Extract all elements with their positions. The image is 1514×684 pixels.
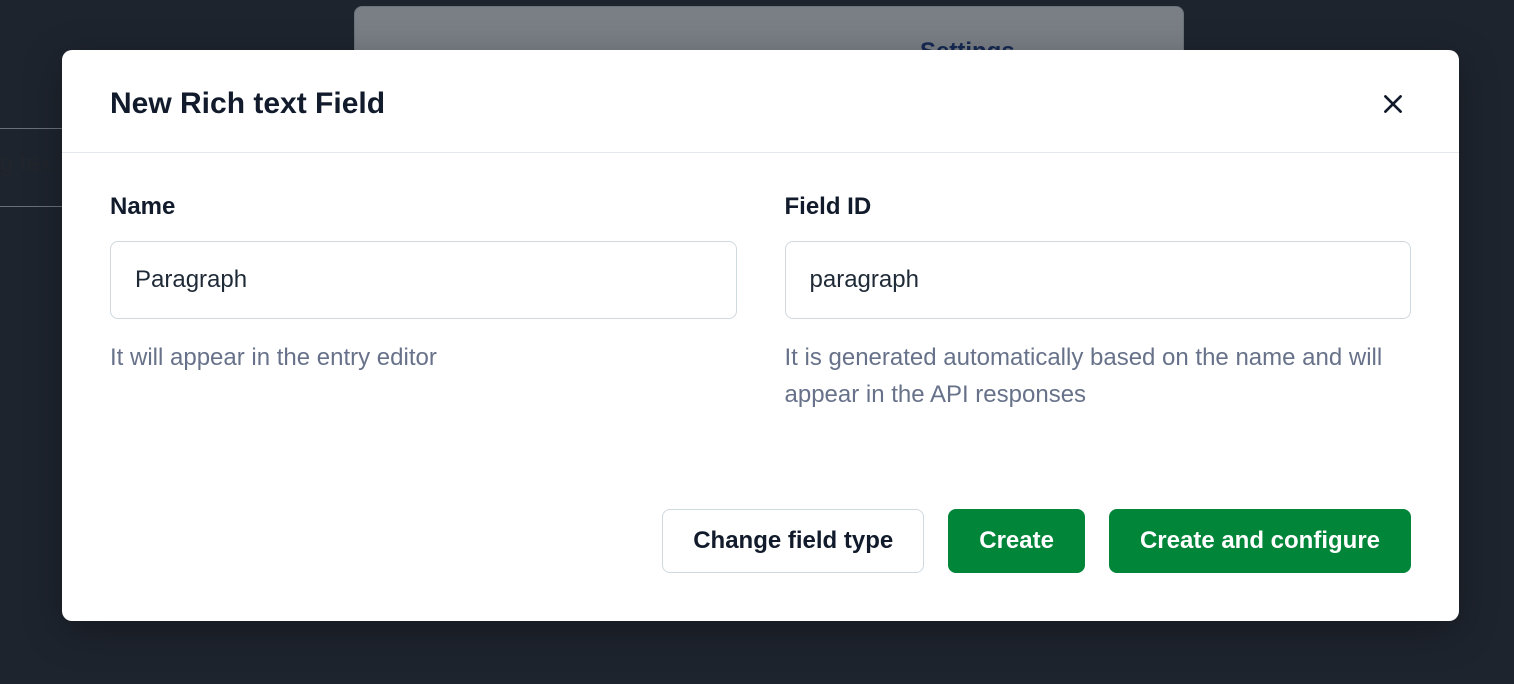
- name-field-group: Name It will appear in the entry editor: [110, 193, 737, 509]
- close-button[interactable]: [1375, 86, 1411, 122]
- close-icon: [1380, 91, 1406, 117]
- modal-footer: Change field type Create Create and conf…: [62, 509, 1459, 621]
- modal-body: Name It will appear in the entry editor …: [62, 153, 1459, 509]
- change-field-type-button[interactable]: Change field type: [662, 509, 924, 573]
- field-id-label: Field ID: [785, 193, 1412, 221]
- name-input[interactable]: [110, 241, 737, 319]
- field-id-group: Field ID It is generated automatically b…: [785, 193, 1412, 509]
- create-and-configure-button[interactable]: Create and configure: [1109, 509, 1411, 573]
- modal-title: New Rich text Field: [110, 87, 385, 121]
- field-id-help-text: It is generated automatically based on t…: [785, 339, 1412, 413]
- modal-header: New Rich text Field: [62, 50, 1459, 153]
- field-id-input[interactable]: [785, 241, 1412, 319]
- create-button[interactable]: Create: [948, 509, 1085, 573]
- name-help-text: It will appear in the entry editor: [110, 339, 737, 376]
- name-label: Name: [110, 193, 737, 221]
- new-field-modal: New Rich text Field Name It will appear …: [62, 50, 1459, 621]
